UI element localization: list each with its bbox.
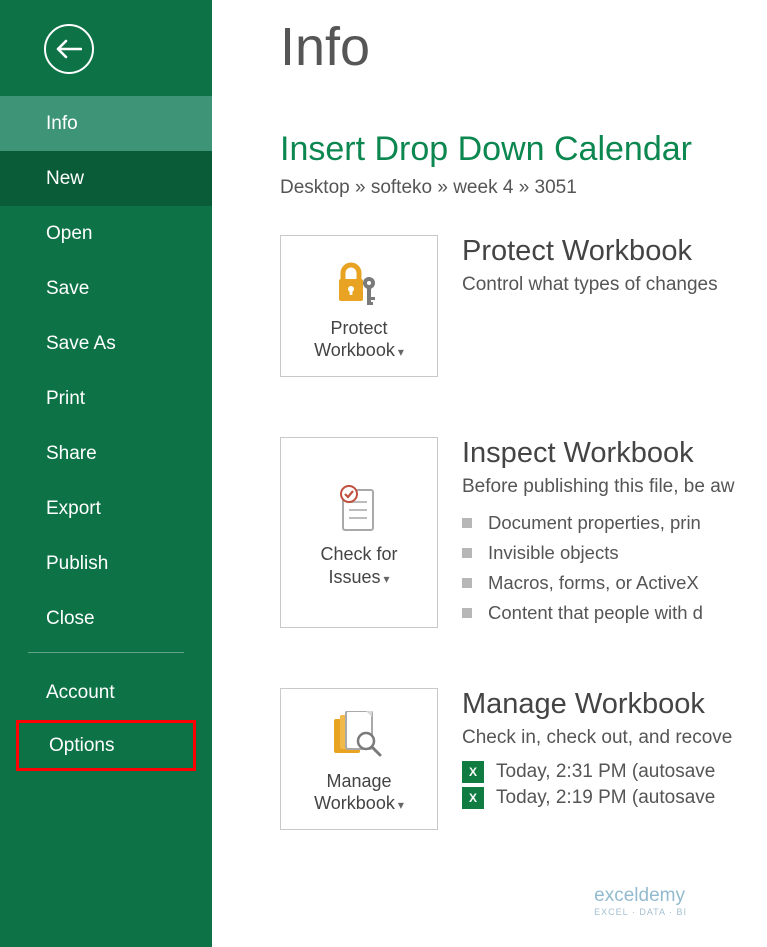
breadcrumb: Desktop » softeko » week 4 » 3051	[280, 177, 767, 199]
nav-label: New	[46, 168, 84, 190]
sidebar-separator	[28, 652, 184, 653]
list-item: Content that people with d	[462, 598, 767, 628]
nav-label: Save As	[46, 333, 116, 355]
checklist-doc-icon	[333, 484, 385, 534]
sidebar-item-options[interactable]: Options	[16, 720, 196, 771]
manage-desc: Check in, check out, and recove	[462, 727, 767, 749]
bullet-square-icon	[462, 518, 472, 528]
doc-stack-magnify-icon	[330, 711, 388, 761]
sidebar-item-account[interactable]: Account	[0, 665, 212, 720]
bullet-text: Content that people with d	[488, 602, 703, 624]
backstage-sidebar: Info New Open Save Save As Print Share E…	[0, 0, 212, 947]
excel-file-icon	[462, 787, 484, 809]
nav-label: Options	[49, 735, 114, 757]
nav-label: Info	[46, 113, 78, 135]
protect-section: Protect Workbook▾ Protect Workbook Contr…	[280, 235, 767, 377]
sidebar-item-info[interactable]: Info	[0, 96, 212, 151]
protect-workbook-button[interactable]: Protect Workbook▾	[280, 235, 438, 377]
bullet-square-icon	[462, 578, 472, 588]
nav-label: Export	[46, 498, 101, 520]
page-title: Info	[280, 16, 767, 78]
check-for-issues-button[interactable]: Check for Issues▾	[280, 437, 438, 628]
inspect-heading: Inspect Workbook	[462, 437, 767, 470]
chevron-down-icon: ▾	[398, 798, 404, 812]
arrow-left-icon	[56, 39, 82, 59]
bullet-text: Macros, forms, or ActiveX	[488, 572, 699, 594]
nav-label: Open	[46, 223, 92, 245]
sidebar-item-save[interactable]: Save	[0, 261, 212, 316]
sidebar-item-publish[interactable]: Publish	[0, 536, 212, 591]
inspect-desc: Before publishing this file, be aw	[462, 476, 767, 498]
back-button[interactable]	[44, 24, 94, 74]
document-title: Insert Drop Down Calendar	[280, 130, 767, 169]
list-item: Invisible objects	[462, 538, 767, 568]
button-label: Manage Workbook	[314, 771, 395, 814]
sidebar-item-print[interactable]: Print	[0, 371, 212, 426]
watermark-brand: exceldemy	[594, 885, 685, 906]
chevron-down-icon: ▾	[384, 572, 390, 586]
watermark-sub: EXCEL · DATA · BI	[594, 907, 687, 917]
bullet-square-icon	[462, 608, 472, 618]
nav-label: Publish	[46, 553, 108, 575]
manage-heading: Manage Workbook	[462, 688, 767, 721]
nav-label: Save	[46, 278, 89, 300]
inspect-bullet-list: Document properties, prin Invisible obje…	[462, 508, 767, 628]
version-row[interactable]: Today, 2:31 PM (autosave	[462, 759, 767, 785]
watermark: exceldemy EXCEL · DATA · BI	[594, 885, 687, 917]
sidebar-item-save-as[interactable]: Save As	[0, 316, 212, 371]
list-item: Document properties, prin	[462, 508, 767, 538]
list-item: Macros, forms, or ActiveX	[462, 568, 767, 598]
version-text: Today, 2:19 PM (autosave	[496, 787, 715, 809]
nav-label: Print	[46, 388, 85, 410]
sidebar-item-new[interactable]: New	[0, 151, 212, 206]
nav-label: Close	[46, 608, 95, 630]
version-text: Today, 2:31 PM (autosave	[496, 761, 715, 783]
main-panel: Info Insert Drop Down Calendar Desktop »…	[212, 0, 767, 947]
nav-label: Account	[46, 682, 115, 704]
protect-heading: Protect Workbook	[462, 235, 767, 268]
bullet-text: Invisible objects	[488, 542, 619, 564]
manage-section: Manage Workbook▾ Manage Workbook Check i…	[280, 688, 767, 830]
sidebar-item-open[interactable]: Open	[0, 206, 212, 261]
button-label: Protect Workbook	[314, 318, 395, 361]
chevron-down-icon: ▾	[398, 345, 404, 359]
sidebar-item-close[interactable]: Close	[0, 591, 212, 646]
bullet-square-icon	[462, 548, 472, 558]
sidebar-item-export[interactable]: Export	[0, 481, 212, 536]
nav-label: Share	[46, 443, 97, 465]
lock-key-icon	[331, 259, 387, 307]
version-row[interactable]: Today, 2:19 PM (autosave	[462, 785, 767, 811]
manage-workbook-button[interactable]: Manage Workbook▾	[280, 688, 438, 830]
protect-desc: Control what types of changes	[462, 274, 767, 296]
excel-file-icon	[462, 761, 484, 783]
inspect-section: Check for Issues▾ Inspect Workbook Befor…	[280, 437, 767, 628]
bullet-text: Document properties, prin	[488, 512, 701, 534]
sidebar-item-share[interactable]: Share	[0, 426, 212, 481]
